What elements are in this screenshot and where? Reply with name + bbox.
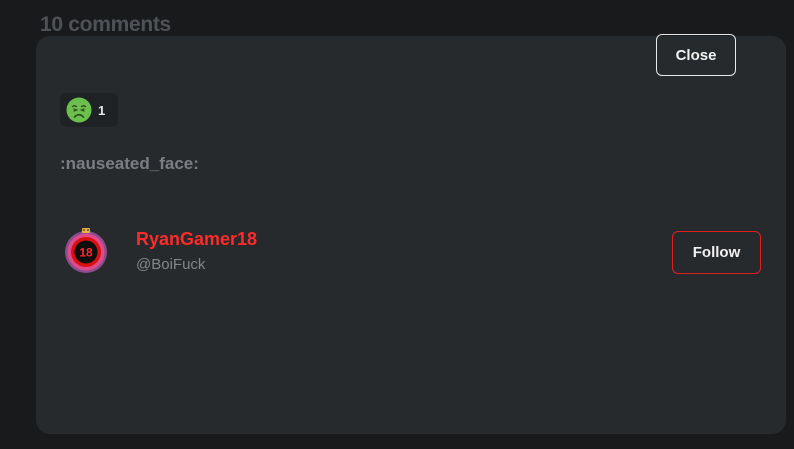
close-button[interactable]: Close bbox=[656, 34, 736, 76]
user-display-name[interactable]: RyanGamer18 bbox=[136, 229, 257, 250]
svg-text:18: 18 bbox=[79, 246, 93, 260]
follow-button[interactable]: Follow bbox=[672, 231, 761, 274]
avatar[interactable]: 18 bbox=[62, 226, 110, 274]
reactions-modal: Close 1 :nauseated_face: 18 RyanGamer18 … bbox=[36, 34, 786, 434]
page: 10 comments Close 1 :nauseated_face: 18 bbox=[0, 0, 794, 449]
reaction-chip[interactable]: 1 bbox=[60, 93, 118, 127]
reaction-count: 1 bbox=[98, 102, 106, 118]
user-handle: @BoiFuck bbox=[136, 256, 206, 273]
nauseated-face-icon bbox=[66, 97, 92, 123]
emoji-shortcode: :nauseated_face: bbox=[60, 154, 199, 173]
comments-count-heading: 10 comments bbox=[40, 13, 171, 36]
user-row: 18 RyanGamer18 @BoiFuck Follow bbox=[60, 222, 762, 282]
